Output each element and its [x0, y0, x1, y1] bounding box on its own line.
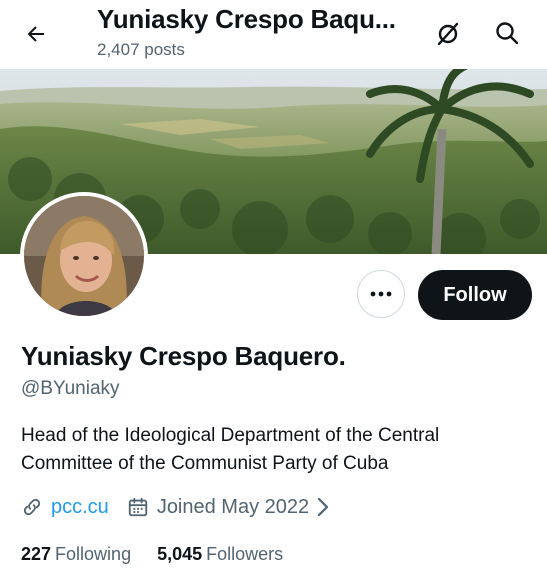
chevron-right-icon: [317, 497, 337, 517]
search-icon: [496, 22, 519, 45]
joined-item[interactable]: Joined May 2022: [127, 496, 337, 519]
follow-button[interactable]: Follow: [418, 270, 532, 320]
follow-stats: 227 Following 5,045 Followers: [21, 542, 309, 566]
header-title: Yuniasky Crespo Baqu...: [97, 4, 396, 34]
followers-link[interactable]: 5,045 Followers: [157, 544, 283, 565]
website-item[interactable]: pcc.cu: [21, 496, 109, 519]
link-icon: [23, 498, 41, 516]
avatar-photo: [24, 196, 144, 316]
profile-page: Yuniasky Crespo Baqu... 2,407 posts Foll…: [0, 0, 547, 572]
following-link[interactable]: 227 Following: [21, 544, 131, 565]
display-name: Yuniasky Crespo Baquero.: [21, 341, 346, 371]
grok-icon: [437, 22, 459, 46]
following-count: 227: [21, 543, 52, 564]
followers-count: 5,045: [157, 543, 203, 564]
grok-button[interactable]: [430, 16, 466, 52]
back-button[interactable]: [16, 16, 56, 52]
profile-meta: pcc.cu Joined May 2022: [21, 492, 355, 522]
user-handle: @BYuniaky: [21, 378, 120, 399]
profile-avatar[interactable]: [20, 192, 148, 320]
more-options-button[interactable]: [357, 270, 405, 318]
calendar-icon: [128, 497, 147, 517]
followers-label: Followers: [206, 543, 284, 564]
joined-date: Joined May 2022: [156, 495, 310, 518]
posts-count: 2,407 posts: [97, 40, 185, 59]
following-label: Following: [55, 543, 132, 564]
profile-header: Yuniasky Crespo Baqu... 2,407 posts: [0, 0, 547, 69]
search-button[interactable]: [489, 15, 525, 51]
profile-bio: Head of the Ideological Department of th…: [21, 425, 440, 474]
website-link[interactable]: pcc.cu: [51, 496, 109, 519]
more-horizontal-icon: [370, 291, 392, 297]
arrow-left-icon: [27, 26, 44, 42]
